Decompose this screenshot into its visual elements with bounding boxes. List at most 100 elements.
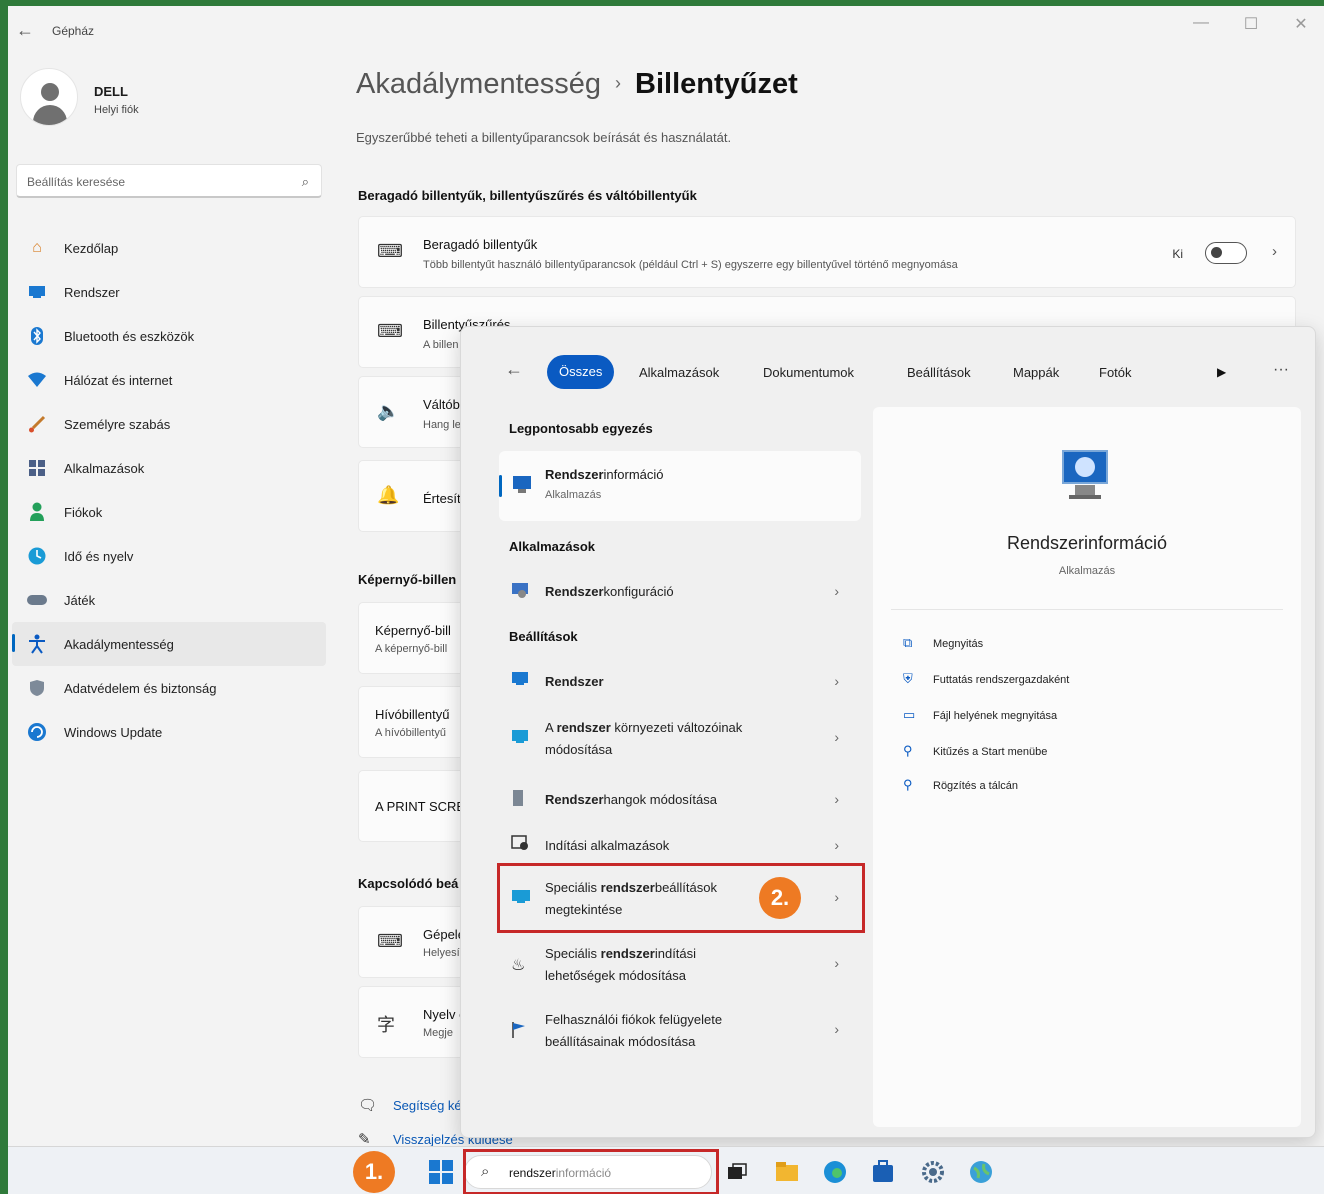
sidebar-item-network[interactable]: Hálózat és internet bbox=[12, 358, 326, 402]
chevron-right-icon: › bbox=[834, 673, 839, 689]
sidebar-item-personalization[interactable]: Személyre szabás bbox=[12, 402, 326, 446]
keyboard-icon: ⌨ bbox=[377, 931, 403, 951]
more-options-icon[interactable]: ··· bbox=[1273, 361, 1289, 379]
result-label: A rendszer környezeti változóinak módosít… bbox=[545, 720, 743, 757]
back-arrow-icon[interactable]: ← bbox=[16, 20, 34, 41]
card-subtitle: Megje bbox=[423, 1027, 453, 1039]
chevron-right-icon: › bbox=[834, 791, 839, 807]
result-advanced-startup[interactable]: ♨ Speciális rendszerindítási lehetőségek … bbox=[499, 941, 861, 989]
taskbar: 1. ⌕ rendszerinformáció bbox=[8, 1146, 1324, 1194]
result-env-variables[interactable]: A rendszer környezeti változóinak módosít… bbox=[499, 715, 861, 763]
sidebar-item-label: Személyre szabás bbox=[64, 416, 171, 432]
startup-apps-icon bbox=[511, 835, 529, 856]
action-run-as-admin[interactable]: ⛨ Futtatás rendszergazdaként bbox=[903, 671, 1069, 687]
windows-update-icon bbox=[26, 721, 48, 743]
action-pin-to-start[interactable]: ⚲ Kitűzés a Start menübe bbox=[903, 743, 1047, 759]
settings-search-input[interactable]: Beállítás keresése ⌕ bbox=[16, 164, 322, 198]
pin-icon: ⚲ bbox=[903, 743, 913, 758]
breadcrumb-parent[interactable]: Akadálymentesség bbox=[356, 68, 601, 100]
back-arrow-icon[interactable]: ← bbox=[505, 359, 523, 380]
action-open-file-location[interactable]: ▭ Fájl helyének megnyitása bbox=[903, 707, 1057, 723]
user-name: DELL bbox=[94, 84, 128, 99]
chevron-right-icon: › bbox=[834, 1021, 839, 1037]
result-system-sounds[interactable]: Rendszerhangok módosítása › bbox=[499, 783, 861, 817]
windows-start-icon[interactable] bbox=[428, 1159, 454, 1185]
sidebar-nav: ⌂ Kezdőlap Rendszer Bluetooth és eszközök… bbox=[12, 226, 326, 754]
bluetooth-icon bbox=[26, 325, 48, 347]
settings-search-placeholder: Beállítás keresése bbox=[27, 175, 126, 189]
result-label: Rendszerhangok módosítása bbox=[545, 792, 717, 807]
sidebar-item-bluetooth[interactable]: Bluetooth és eszközök bbox=[12, 314, 326, 358]
run-as-admin-icon: ⛨ bbox=[903, 671, 913, 686]
sidebar-item-accessibility[interactable]: Akadálymentesség bbox=[12, 622, 326, 666]
accessibility-icon bbox=[26, 633, 48, 655]
filter-all[interactable]: Összes bbox=[547, 355, 615, 389]
file-explorer-icon[interactable] bbox=[774, 1159, 800, 1185]
help-link[interactable]: Segítség ké bbox=[393, 1098, 462, 1113]
system-info-large-icon bbox=[1055, 445, 1115, 505]
maximize-button[interactable]: ☐ bbox=[1236, 14, 1266, 34]
play-icon[interactable]: ▶ bbox=[1217, 365, 1226, 379]
folder-icon: ▭ bbox=[903, 707, 916, 722]
result-label: Indítási alkalmazások bbox=[545, 838, 670, 853]
flag-icon bbox=[511, 1021, 527, 1044]
divider bbox=[891, 609, 1283, 610]
result-system-config[interactable]: Rendszerkonfiguráció › bbox=[499, 575, 861, 609]
sidebar-item-label: Játék bbox=[64, 592, 96, 608]
task-view-icon[interactable] bbox=[724, 1159, 750, 1185]
step-1-badge: 1. bbox=[353, 1151, 395, 1193]
result-label: Rendszerkonfiguráció bbox=[545, 584, 674, 599]
result-startup-apps[interactable]: Indítási alkalmazások › bbox=[499, 829, 861, 863]
sidebar-item-home[interactable]: ⌂ Kezdőlap bbox=[12, 226, 326, 270]
result-system[interactable]: Rendszer › bbox=[499, 665, 861, 699]
accounts-icon bbox=[26, 501, 48, 523]
card-title: Váltób bbox=[423, 397, 460, 412]
sidebar-item-time-language[interactable]: Idő és nyelv bbox=[12, 534, 326, 578]
bell-icon: 🔔 bbox=[377, 485, 400, 505]
sidebar-item-label: Fiókok bbox=[64, 504, 103, 520]
avatar[interactable] bbox=[20, 68, 78, 126]
system-config-icon bbox=[511, 581, 529, 604]
sidebar-item-windows-update[interactable]: Windows Update bbox=[12, 710, 326, 754]
sidebar-item-label: Bluetooth és eszközök bbox=[64, 328, 195, 344]
step-2-badge: 2. bbox=[759, 877, 801, 919]
action-pin-to-taskbar[interactable]: ⚲ Rögzítés a tálcán bbox=[903, 777, 1018, 793]
sidebar-item-label: Adatvédelem és biztonság bbox=[64, 680, 217, 696]
edge-browser-icon[interactable] bbox=[822, 1159, 848, 1185]
app-title: Gépház bbox=[52, 24, 95, 38]
filter-photos[interactable]: Fotók bbox=[1099, 365, 1132, 380]
pin-icon: ⚲ bbox=[903, 777, 913, 792]
sidebar-item-accounts[interactable]: Fiókok bbox=[12, 490, 326, 534]
card-subtitle: A billen bbox=[423, 339, 459, 351]
action-open[interactable]: ⧉ Megnyitás bbox=[903, 635, 983, 651]
filter-folders[interactable]: Mappák bbox=[1013, 365, 1059, 380]
result-uac[interactable]: Felhasználói fiókok felügyelete beállítás… bbox=[499, 1007, 861, 1055]
settings-gear-icon[interactable] bbox=[920, 1159, 946, 1185]
sidebar-item-label: Windows Update bbox=[64, 724, 163, 740]
globe-app-icon[interactable] bbox=[968, 1159, 994, 1185]
language-icon: 字 bbox=[377, 1015, 395, 1035]
result-label: Speciális rendszerindítási lehetőségek mó… bbox=[545, 946, 697, 983]
filter-apps[interactable]: Alkalmazások bbox=[639, 365, 719, 380]
sidebar-item-apps[interactable]: Alkalmazások bbox=[12, 446, 326, 490]
highlight-box-step1 bbox=[463, 1149, 719, 1194]
best-match-result[interactable]: Rendszerinformáció Alkalmazás bbox=[499, 451, 861, 521]
system-info-icon bbox=[511, 473, 533, 500]
page-description: Egyszerűbbé teheti a billentyűparancsok … bbox=[356, 130, 732, 145]
store-icon[interactable] bbox=[870, 1159, 896, 1185]
section-heading-onscreen: Képernyő-billen bbox=[358, 572, 457, 587]
system-icon bbox=[26, 281, 48, 303]
filter-documents[interactable]: Dokumentumok bbox=[763, 365, 854, 380]
sidebar-item-privacy[interactable]: Adatvédelem és biztonság bbox=[12, 666, 326, 710]
open-icon: ⧉ bbox=[903, 635, 913, 650]
filter-settings[interactable]: Beállítások bbox=[907, 365, 971, 380]
card-title: Értesít bbox=[423, 491, 461, 506]
gaming-icon bbox=[26, 589, 48, 611]
sticky-keys-card[interactable]: ⌨ Beragadó billentyűk Több billentyűt ha… bbox=[358, 216, 1296, 288]
sidebar-item-gaming[interactable]: Játék bbox=[12, 578, 326, 622]
sticky-keys-toggle[interactable] bbox=[1205, 242, 1247, 264]
minimize-button[interactable]: — bbox=[1186, 14, 1216, 32]
apps-icon bbox=[26, 457, 48, 479]
sidebar-item-system[interactable]: Rendszer bbox=[12, 270, 326, 314]
close-button[interactable]: ✕ bbox=[1286, 14, 1316, 34]
